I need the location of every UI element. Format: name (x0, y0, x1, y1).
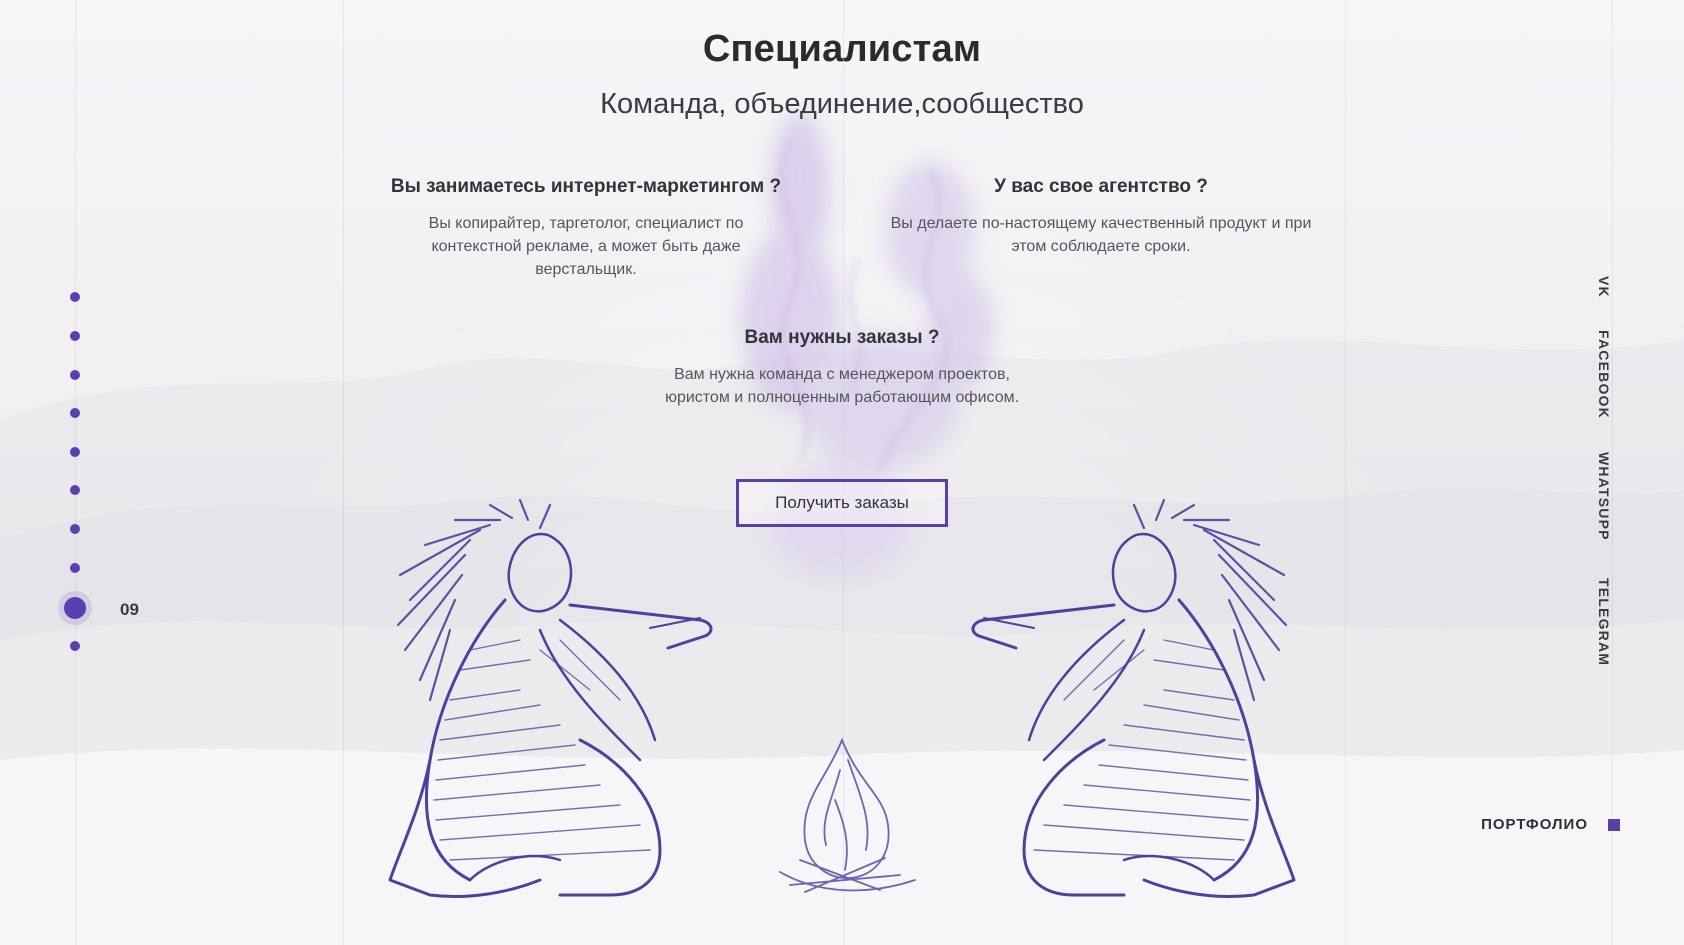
info-block-marketing: Вы занимаетесь интернет-маркетингом ? Вы… (370, 176, 802, 281)
nav-dot[interactable] (70, 331, 80, 341)
current-section-number: 09 (120, 600, 139, 619)
nav-dot-active[interactable] (64, 597, 86, 619)
campfire-sketch-icon (779, 737, 916, 893)
mountain-background (0, 340, 1684, 945)
info-block-text: Вам нужна команда с менеджером проектов,… (664, 366, 1020, 406)
social-link-telegram[interactable]: TELEGRAM (1596, 578, 1612, 666)
info-block-orders: Вам нужны заказы ? Вам нужна команда с м… (622, 327, 1062, 409)
guide-line (1345, 0, 1346, 945)
social-link-whatsupp[interactable]: WHATSUPP (1596, 452, 1612, 541)
square-icon (1608, 818, 1620, 831)
guide-line (343, 0, 344, 945)
info-block-agency: У вас свое агентство ? Вы делаете по-нас… (875, 176, 1327, 258)
guide-line (843, 0, 844, 945)
info-block-heading: У вас свое агентство ? (994, 176, 1208, 197)
page-root: Специалистам Команда, объединение,сообще… (0, 0, 1684, 945)
sketch-figure-pipe-right (971, 498, 1296, 898)
social-links: VK FACEBOOK WHATSUPP TELEGRAM (1596, 0, 1636, 945)
nav-dot[interactable] (70, 447, 80, 457)
portfolio-link[interactable]: ПОРТФОЛИО (1481, 816, 1620, 833)
nav-dot[interactable] (70, 370, 80, 380)
social-link-facebook[interactable]: FACEBOOK (1596, 330, 1612, 419)
page-title: Специалистам (702, 28, 982, 70)
social-link-vk[interactable]: VK (1596, 276, 1612, 298)
info-block-heading: Вы занимаетесь интернет-маркетингом ? (390, 176, 782, 197)
info-block-text: Вы копирайтер, таргетолог, специалист по… (428, 215, 744, 278)
page-subtitle: Команда, объединение,сообщество (600, 88, 1084, 120)
nav-dot[interactable] (70, 485, 80, 495)
nav-dot[interactable] (70, 641, 80, 651)
nav-dot[interactable] (70, 292, 80, 302)
nav-dot[interactable] (70, 408, 80, 418)
illustration (388, 110, 1296, 898)
portfolio-label: ПОРТФОЛИО (1481, 816, 1588, 833)
info-block-text: Вы делаете по-настоящему качественный пр… (890, 215, 1312, 255)
section-dot-nav: 09 (0, 0, 200, 945)
sketch-figure-pipe-left (388, 498, 713, 898)
info-block-heading: Вам нужны заказы ? (744, 327, 940, 348)
nav-dot[interactable] (70, 524, 80, 534)
get-orders-button[interactable]: Получить заказы (736, 479, 948, 527)
nav-dot[interactable] (70, 563, 80, 573)
